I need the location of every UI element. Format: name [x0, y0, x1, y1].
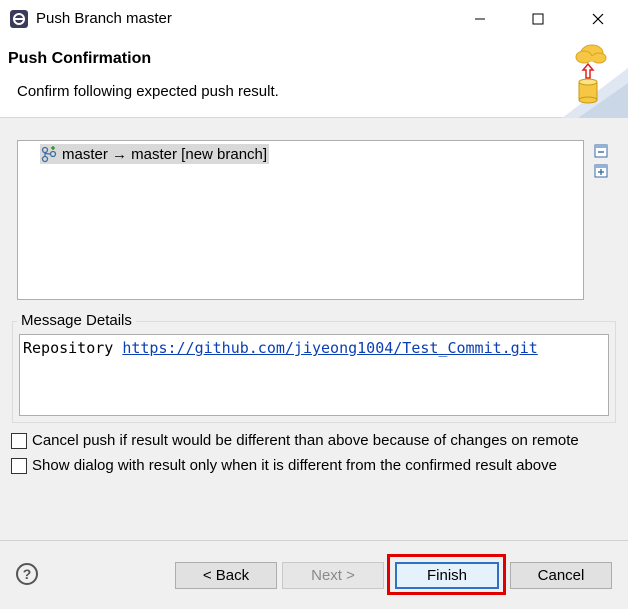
window-title: Push Branch master	[36, 10, 172, 27]
button-bar-divider	[0, 540, 628, 541]
help-button[interactable]: ?	[16, 563, 38, 585]
branch-icon	[41, 146, 57, 163]
tree-row-label: master → master [new branch]	[62, 145, 268, 163]
cancel-if-different-checkbox[interactable]	[11, 432, 27, 449]
show-dialog-option[interactable]: Show dialog with result only when it is …	[11, 457, 557, 474]
repository-link[interactable]: https://github.com/jiyeong1004/Test_Comm…	[122, 339, 537, 357]
title-bar: Push Branch master	[0, 0, 628, 38]
show-dialog-checkbox[interactable]	[11, 457, 27, 474]
cancel-button[interactable]: Cancel	[510, 562, 612, 589]
minimize-button[interactable]	[451, 0, 509, 38]
close-icon	[592, 13, 604, 25]
next-button[interactable]: Next >	[282, 562, 384, 589]
page-description: Confirm following expected push result.	[17, 83, 279, 100]
push-result-tree[interactable]: master → master [new branch]	[17, 140, 584, 300]
cancel-if-different-label: Cancel push if result would be different…	[32, 432, 579, 449]
page-title: Push Confirmation	[8, 50, 152, 67]
eclipse-icon	[10, 10, 28, 28]
message-details-box: Repository https://github.com/jiyeong100…	[19, 334, 609, 416]
maximize-button[interactable]	[509, 0, 567, 38]
cancel-if-different-option[interactable]: Cancel push if result would be different…	[11, 432, 579, 449]
cloud-push-database-icon	[562, 44, 628, 118]
tree-row-master[interactable]: master → master [new branch]	[40, 144, 270, 164]
message-details-label: Message Details	[17, 312, 136, 329]
expand-all-icon[interactable]	[593, 163, 609, 179]
collapse-all-icon[interactable]	[593, 143, 609, 159]
maximize-icon	[532, 13, 544, 25]
help-icon: ?	[22, 566, 32, 582]
close-button[interactable]	[569, 0, 627, 38]
finish-highlight-box	[387, 554, 506, 595]
back-button[interactable]: < Back	[175, 562, 277, 589]
minimize-icon	[475, 18, 485, 20]
repository-prefix: Repository	[23, 339, 123, 357]
wizard-header: Push Confirmation Confirm following expe…	[0, 38, 628, 118]
show-dialog-label: Show dialog with result only when it is …	[32, 457, 557, 474]
